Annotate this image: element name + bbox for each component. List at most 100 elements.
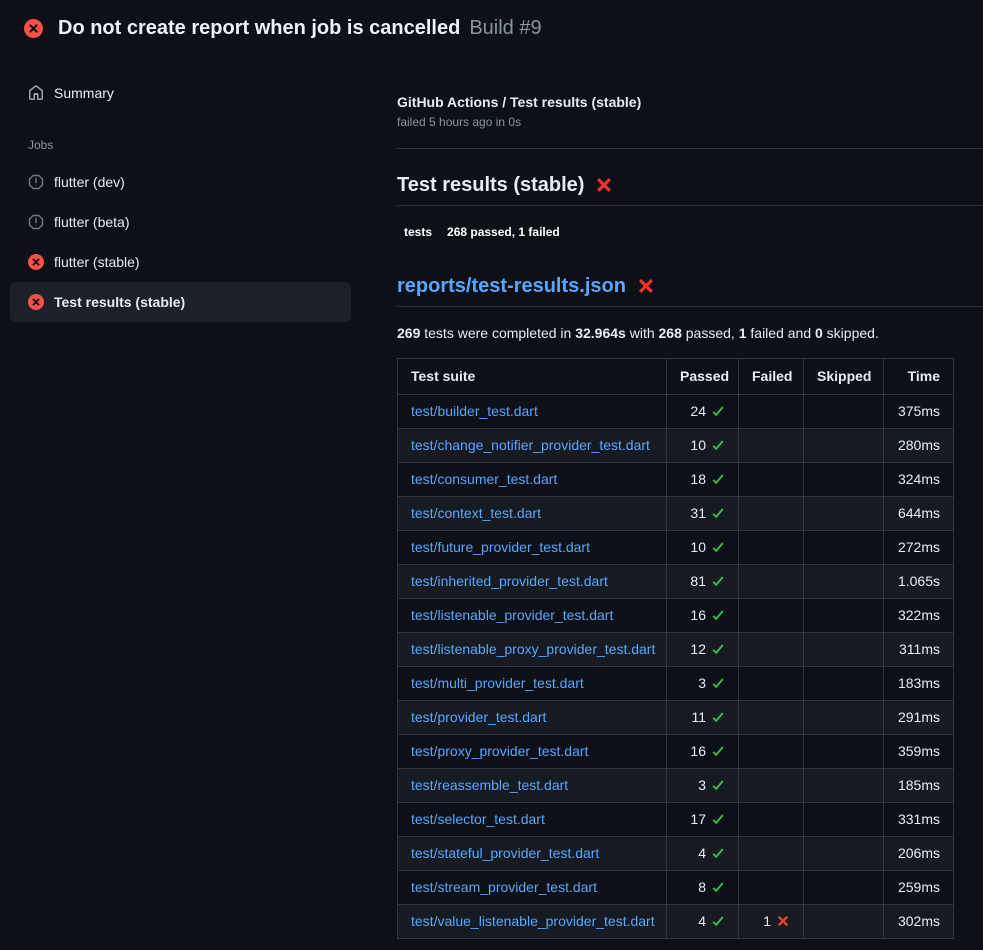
section-heading-text: Test results (stable) [397, 173, 584, 197]
count-cell [804, 497, 884, 531]
summary-segment: with [626, 325, 659, 341]
test-suite-link[interactable]: test/builder_test.dart [411, 403, 538, 419]
sidebar-item-test-results-stable[interactable]: Test results (stable) [10, 282, 351, 322]
time-cell: 183ms [884, 667, 954, 701]
count-cell: 1 [739, 905, 804, 939]
count-cell [804, 531, 884, 565]
check-icon [711, 710, 725, 724]
test-suite-link[interactable]: test/multi_provider_test.dart [411, 675, 584, 691]
test-suite-cell: test/context_test.dart [398, 497, 667, 531]
check-icon [711, 472, 725, 486]
count-value: 11 [691, 709, 706, 725]
test-suite-link[interactable]: test/inherited_provider_test.dart [411, 573, 608, 589]
time-cell: 331ms [884, 803, 954, 837]
count-value: 31 [690, 505, 706, 521]
test-suite-link[interactable]: test/reassemble_test.dart [411, 777, 568, 793]
x-icon [776, 914, 790, 928]
test-suite-link[interactable]: test/stream_provider_test.dart [411, 879, 597, 895]
divider [397, 148, 983, 149]
count-cell: 4 [667, 837, 739, 871]
summary-segment: skipped. [823, 325, 879, 341]
time-cell: 644ms [884, 497, 954, 531]
table-row: test/provider_test.dart11291ms [398, 701, 954, 735]
sidebar-item-summary[interactable]: Summary [10, 74, 351, 112]
time-cell: 259ms [884, 871, 954, 905]
time-cell: 359ms [884, 735, 954, 769]
badge-message: 268 passed, 1 failed [439, 222, 568, 242]
test-suite-link[interactable]: test/listenable_proxy_provider_test.dart [411, 641, 655, 657]
badge-label: tests [397, 222, 439, 242]
count-cell [739, 871, 804, 905]
test-suite-link[interactable]: test/consumer_test.dart [411, 471, 557, 487]
test-suite-cell: test/stream_provider_test.dart [398, 871, 667, 905]
summary-segment: 1 [739, 325, 747, 341]
sidebar-item-flutter-stable[interactable]: flutter (stable) [10, 242, 351, 282]
count-cell [739, 701, 804, 735]
test-suite-cell: test/proxy_provider_test.dart [398, 735, 667, 769]
test-suite-link[interactable]: test/proxy_provider_test.dart [411, 743, 588, 759]
table-row: test/future_provider_test.dart10272ms [398, 531, 954, 565]
time-cell: 324ms [884, 463, 954, 497]
count-value: 81 [690, 573, 706, 589]
count-cell [739, 463, 804, 497]
failed-x-icon [637, 277, 655, 295]
test-suite-link[interactable]: test/provider_test.dart [411, 709, 546, 725]
count-cell [739, 531, 804, 565]
build-number: Build #9 [469, 17, 541, 40]
time-cell: 302ms [884, 905, 954, 939]
check-icon [711, 438, 725, 452]
time-cell: 272ms [884, 531, 954, 565]
time-cell: 185ms [884, 769, 954, 803]
check-icon [711, 608, 725, 622]
test-suite-link[interactable]: test/future_provider_test.dart [411, 539, 590, 555]
count-cell: 4 [667, 905, 739, 939]
count-cell [804, 463, 884, 497]
count-cell [804, 565, 884, 599]
check-icon [711, 914, 725, 928]
sidebar-item-flutter-beta[interactable]: flutter (beta) [10, 202, 351, 242]
test-suite-link[interactable]: test/change_notifier_provider_test.dart [411, 437, 650, 453]
stop-icon [28, 214, 44, 230]
summary-segment: tests were completed in [420, 325, 575, 341]
count-cell [739, 837, 804, 871]
x-circle-icon [28, 254, 44, 270]
table-row: test/listenable_provider_test.dart16322m… [398, 599, 954, 633]
test-suite-link[interactable]: test/stateful_provider_test.dart [411, 845, 599, 861]
test-suite-link[interactable]: test/context_test.dart [411, 505, 541, 521]
check-icon [711, 778, 725, 792]
count-cell: 3 [667, 769, 739, 803]
time-cell: 280ms [884, 429, 954, 463]
count-value: 12 [690, 641, 706, 657]
check-icon [711, 744, 725, 758]
count-value: 8 [698, 879, 706, 895]
count-cell: 24 [667, 395, 739, 429]
x-circle-icon [24, 19, 43, 38]
sidebar-item-label: flutter (beta) [54, 214, 129, 230]
count-cell [804, 633, 884, 667]
summary-segment: 32.964s [575, 325, 626, 341]
count-cell: 81 [667, 565, 739, 599]
report-heading-text: reports/test-results.json [397, 274, 626, 298]
test-suite-cell: test/provider_test.dart [398, 701, 667, 735]
table-row: test/change_notifier_provider_test.dart1… [398, 429, 954, 463]
check-icon [711, 846, 725, 860]
test-suite-link[interactable]: test/selector_test.dart [411, 811, 545, 827]
report-heading: reports/test-results.json [397, 274, 983, 307]
count-cell [804, 871, 884, 905]
check-icon [711, 880, 725, 894]
time-cell: 206ms [884, 837, 954, 871]
jobs-section-label: Jobs [28, 138, 351, 152]
test-suite-cell: test/listenable_provider_test.dart [398, 599, 667, 633]
count-cell [739, 497, 804, 531]
test-suite-link[interactable]: test/value_listenable_provider_test.dart [411, 913, 655, 929]
test-suite-cell: test/change_notifier_provider_test.dart [398, 429, 667, 463]
count-cell [804, 769, 884, 803]
count-value: 16 [690, 743, 706, 759]
table-row: test/stream_provider_test.dart 8 259ms [398, 871, 954, 905]
column-header-skipped: Skipped [804, 359, 884, 395]
section-heading: Test results (stable) [397, 173, 983, 206]
sidebar-item-flutter-dev[interactable]: flutter (dev) [10, 162, 351, 202]
count-value: 18 [690, 471, 706, 487]
test-suite-link[interactable]: test/listenable_provider_test.dart [411, 607, 613, 623]
sidebar-item-label: Summary [54, 85, 114, 101]
